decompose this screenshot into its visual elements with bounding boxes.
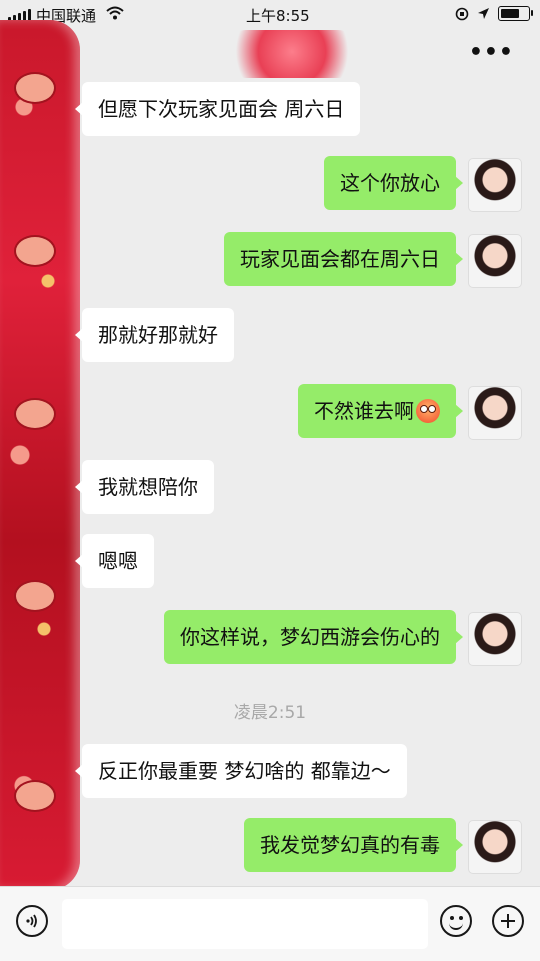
message-outgoing[interactable]: 你这样说，梦幻西游会伤心的 xyxy=(164,610,463,664)
message-outgoing[interactable]: 不然谁去啊 xyxy=(298,384,463,438)
message-timestamp: 凌晨2:51 xyxy=(233,703,307,723)
festive-decoration xyxy=(0,20,80,890)
message-incoming[interactable]: 我就想陪你 xyxy=(75,460,214,514)
message-text: 不然谁去啊 xyxy=(314,399,414,423)
status-bar: 中国联通 上午8:55 xyxy=(0,0,540,30)
message-bubble: 不然谁去啊 xyxy=(298,384,463,438)
chat-title-sticker xyxy=(222,30,362,78)
message-incoming[interactable]: 嗯嗯 xyxy=(75,534,154,588)
user-avatar[interactable] xyxy=(468,612,522,666)
voice-icon[interactable] xyxy=(16,905,48,937)
message-incoming[interactable]: 反正你最重要 梦幻啥的 都靠边～ xyxy=(75,744,407,798)
flushed-face-icon xyxy=(416,399,440,423)
message-outgoing[interactable]: 玩家见面会都在周六日 xyxy=(224,232,463,286)
input-bar xyxy=(0,886,540,961)
user-avatar[interactable] xyxy=(468,158,522,212)
message-bubble: 玩家见面会都在周六日 xyxy=(224,232,463,286)
message-bubble: 这个你放心 xyxy=(324,156,463,210)
message-bubble: 我发觉梦幻真的有毒 xyxy=(244,818,463,872)
message-incoming[interactable]: 那就好那就好 xyxy=(75,308,234,362)
pig-sticker-icon xyxy=(14,398,56,430)
plus-icon[interactable] xyxy=(492,905,524,937)
message-bubble: 我就想陪你 xyxy=(75,460,214,514)
emoji-icon[interactable] xyxy=(440,905,472,937)
pig-sticker-icon xyxy=(14,72,56,104)
orientation-lock-icon xyxy=(455,7,469,20)
pig-sticker-icon xyxy=(14,235,56,267)
user-avatar[interactable] xyxy=(468,820,522,874)
location-icon xyxy=(478,8,489,19)
message-input[interactable] xyxy=(62,899,428,949)
pig-sticker-icon xyxy=(14,580,56,612)
message-bubble: 那就好那就好 xyxy=(75,308,234,362)
message-bubble: 嗯嗯 xyxy=(75,534,154,588)
clock: 上午8:55 xyxy=(246,7,310,25)
message-incoming[interactable]: 但愿下次玩家见面会 周六日 xyxy=(74,82,361,136)
message-bubble: 但愿下次玩家见面会 周六日 xyxy=(74,82,361,136)
battery-icon xyxy=(498,6,533,21)
message-outgoing[interactable]: 我发觉梦幻真的有毒 xyxy=(244,818,463,872)
user-avatar[interactable] xyxy=(468,386,522,440)
user-avatar[interactable] xyxy=(468,234,522,288)
message-bubble: 你这样说，梦幻西游会伤心的 xyxy=(164,610,463,664)
pig-sticker-icon xyxy=(14,780,56,812)
wifi-icon xyxy=(106,6,124,20)
chat-header: ••• xyxy=(0,30,540,80)
message-outgoing[interactable]: 这个你放心 xyxy=(324,156,463,210)
more-options-button[interactable]: ••• xyxy=(469,40,514,65)
message-bubble: 反正你最重要 梦幻啥的 都靠边～ xyxy=(75,744,407,798)
